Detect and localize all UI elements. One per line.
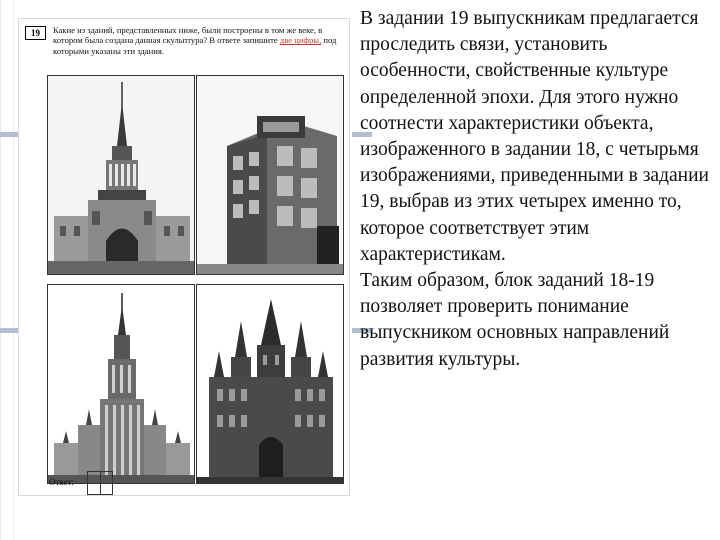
- answer-label: Ответ:: [49, 477, 75, 487]
- task-question: Какие из зданий, представленных ниже, бы…: [53, 25, 347, 56]
- image-cell-2: 2): [196, 75, 344, 275]
- explanation-text: В задании 19 выпускникам предлагается пр…: [360, 6, 712, 373]
- paragraph-1: В задании 19 выпускникам предлагается пр…: [360, 8, 709, 265]
- exam-task-card: 19 Какие из зданий, представленных ниже,…: [18, 18, 350, 496]
- image-cell-3: 3): [47, 284, 195, 484]
- image-cell-4: 4): [196, 284, 344, 484]
- question-highlight: две цифры,: [279, 35, 322, 46]
- answer-box[interactable]: [87, 471, 113, 495]
- constructivist-building-icon: [197, 76, 343, 274]
- decorative-line: [13, 0, 14, 540]
- admiralty-building-icon: [48, 76, 194, 274]
- decorative-line: [0, 0, 1, 540]
- image-cell-1: 1): [47, 75, 195, 275]
- historical-museum-icon: [197, 285, 343, 483]
- paragraph-2: Таким образом, блок заданий 18-19 позвол…: [360, 270, 670, 370]
- stalinist-highrise-icon: [48, 285, 194, 483]
- task-number: 19: [25, 26, 46, 40]
